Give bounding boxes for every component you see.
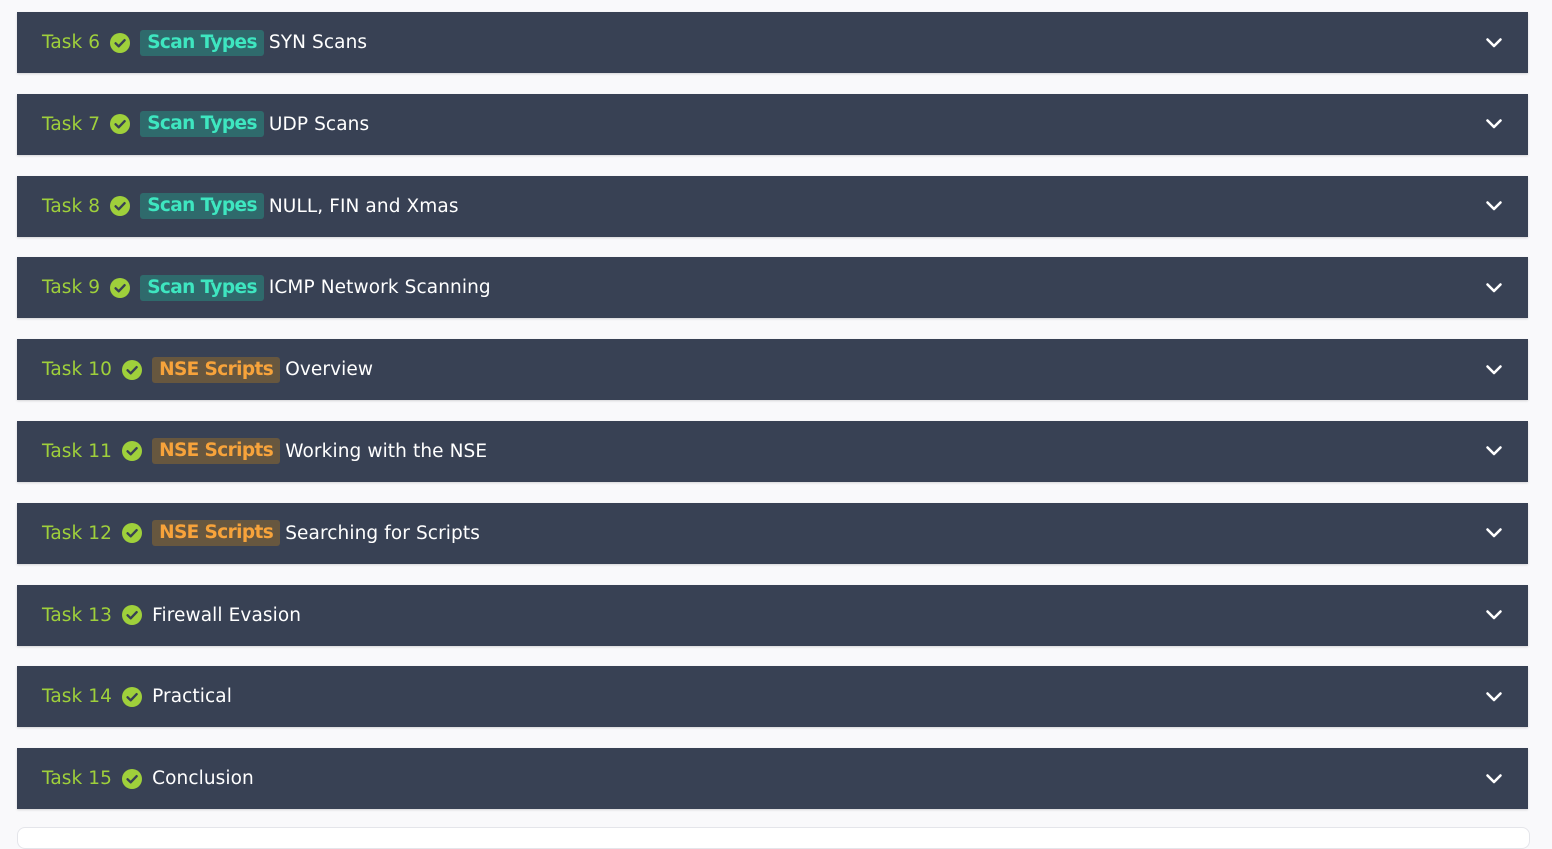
chevron-down-icon[interactable]: [1484, 523, 1504, 543]
check-circle-icon: [122, 768, 143, 789]
check-circle-icon: [122, 686, 143, 707]
check-circle-icon: [110, 32, 131, 53]
task-row[interactable]: Task 10 NSE Scripts Overview: [17, 339, 1528, 401]
tag-nse-scripts: NSE Scripts: [152, 438, 281, 465]
task-title: ICMP Network Scanning: [268, 277, 491, 299]
task-row[interactable]: Task 13 Firewall Evasion: [17, 584, 1528, 646]
chevron-down-icon[interactable]: [1484, 114, 1504, 134]
chevron-down-icon[interactable]: [1484, 605, 1504, 625]
check-circle-icon: [122, 359, 143, 380]
check-circle-icon: [122, 605, 143, 626]
task-number: Task 6: [42, 32, 101, 53]
task-title: Conclusion: [152, 768, 254, 790]
chevron-down-icon[interactable]: [1484, 687, 1504, 707]
tag-scan-types: Scan Types: [140, 111, 264, 138]
tag-nse-scripts: NSE Scripts: [152, 520, 281, 547]
task-number: Task 14: [42, 686, 113, 708]
task-title: Firewall Evasion: [152, 604, 302, 626]
task-number: Task 13: [42, 604, 113, 626]
check-circle-icon: [110, 114, 131, 135]
task-title: NULL, FIN and Xmas: [268, 195, 459, 217]
task-number: Task 9: [42, 277, 101, 299]
chevron-down-icon[interactable]: [1484, 33, 1504, 53]
task-row[interactable]: Task 14 Practical: [17, 666, 1528, 728]
tag-scan-types: Scan Types: [140, 274, 264, 301]
task-title: Searching for Scripts: [285, 522, 480, 544]
check-circle-icon: [110, 196, 131, 217]
check-circle-icon: [122, 523, 143, 544]
tag-nse-scripts: NSE Scripts: [152, 356, 281, 383]
task-title: Working with the NSE: [285, 440, 488, 462]
task-title: UDP Scans: [268, 113, 370, 135]
check-circle-icon: [110, 277, 131, 298]
chevron-down-icon[interactable]: [1484, 196, 1504, 216]
task-number: Task 12: [42, 522, 113, 544]
chevron-down-icon[interactable]: [1484, 278, 1504, 298]
task-number: Task 7: [42, 113, 101, 135]
task-title: SYN Scans: [268, 32, 368, 53]
task-row[interactable]: Task 7 Scan Types UDP Scans: [17, 93, 1528, 155]
task-number: Task 8: [42, 195, 101, 217]
task-row[interactable]: Task 15 Conclusion: [17, 748, 1528, 810]
chevron-down-icon[interactable]: [1484, 769, 1504, 789]
task-row[interactable]: Task 6 Scan Types SYN Scans: [17, 12, 1528, 73]
task-number: Task 15: [42, 768, 113, 790]
task-row[interactable]: Task 9 Scan Types ICMP Network Scanning: [17, 257, 1528, 319]
tag-scan-types: Scan Types: [140, 193, 264, 220]
task-title: Practical: [152, 686, 232, 708]
tag-scan-types: Scan Types: [140, 29, 264, 56]
task-row[interactable]: Task 12 NSE Scripts Searching for Script…: [17, 502, 1528, 564]
chevron-down-icon[interactable]: [1484, 360, 1504, 380]
task-row[interactable]: Task 11 NSE Scripts Working with the NSE: [17, 420, 1528, 482]
task-title: Overview: [285, 359, 374, 381]
task-number: Task 10: [42, 359, 113, 381]
check-circle-icon: [122, 441, 143, 462]
task-number: Task 11: [42, 440, 113, 462]
next-section-edge: [17, 827, 1530, 849]
task-list: Task 6 Scan Types SYN Scans Task 7 Scan …: [17, 12, 1528, 830]
task-row[interactable]: Task 8 Scan Types NULL, FIN and Xmas: [17, 175, 1528, 237]
chevron-down-icon[interactable]: [1484, 441, 1504, 461]
